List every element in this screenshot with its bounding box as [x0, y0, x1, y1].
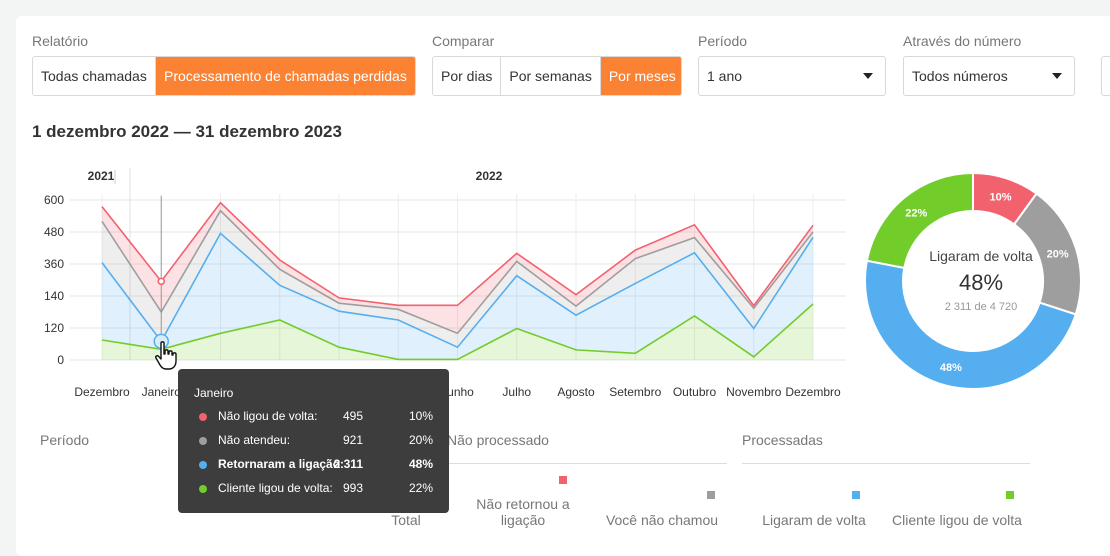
tooltip-series-name: Retornaram a ligação:: [218, 457, 345, 471]
tooltip-series-count: 2 311: [333, 457, 363, 471]
legend-square-blue: [852, 491, 860, 499]
number-label: Através do número: [903, 33, 1022, 49]
report-missed-processing-button[interactable]: Processamento de chamadas perdidas: [155, 57, 415, 95]
year-labels: 2021 2022: [88, 169, 503, 183]
x-tick-label: Outubro: [673, 385, 717, 399]
tooltip-series-name: Não atendeu:: [218, 433, 291, 447]
report-label: Relatório: [32, 33, 89, 49]
client-called-back-column-label: Cliente ligou de volta: [892, 512, 1022, 528]
legend-square-gray: [707, 491, 715, 499]
tooltip-series-dot: [199, 413, 207, 421]
bottom-period-label: Período: [40, 432, 90, 448]
donut-slice-label: 22%: [905, 207, 927, 219]
processed-label: Processadas: [742, 432, 823, 448]
tooltip-series-dot: [199, 437, 207, 445]
report-segmented-control: Todas chamadas Processamento de chamadas…: [32, 56, 416, 96]
x-tick-label: Dezembro: [785, 385, 841, 399]
tooltip-series-name: Não ligou de volta:: [218, 409, 318, 423]
tooltip-row: Cliente ligou de volta: 993 22%: [178, 481, 449, 497]
report-all-calls-button[interactable]: Todas chamadas: [33, 57, 156, 95]
not-called-column-label: Você não chamou: [605, 512, 719, 528]
hover-point: [157, 277, 165, 286]
called-back-column-label: Ligaram de volta: [762, 512, 866, 528]
date-range-title: 1 dezembro 2022 — 31 dezembro 2023: [32, 122, 342, 141]
tooltip-series-percent: 48%: [408, 457, 433, 471]
tooltip-series-dot: [199, 485, 207, 493]
donut-center-value: 48%: [958, 270, 1004, 295]
legend-square-red: [559, 476, 567, 484]
compare-label: Comparar: [432, 33, 495, 49]
tooltip-series-percent: 20%: [408, 433, 433, 447]
tooltip-series-count: 495: [342, 409, 363, 423]
compare-by-weeks-button[interactable]: Por semanas: [501, 57, 601, 95]
tooltip-series-percent: 10%: [408, 409, 433, 423]
compare-by-days-button[interactable]: Por dias: [433, 57, 502, 95]
compare-by-months-button[interactable]: Por meses: [600, 57, 681, 95]
x-tick-label: Setembro: [609, 385, 661, 399]
period-select[interactable]: 1 ano: [698, 56, 886, 96]
donut-slice-label: 20%: [1047, 248, 1069, 260]
number-select[interactable]: Todos números: [903, 56, 1075, 96]
y-tick-label: 480: [44, 225, 64, 239]
donut-slice-label: 10%: [989, 191, 1011, 203]
chevron-down-icon: [863, 73, 873, 79]
donut-center-sub: 2 311 de 4 720: [944, 301, 1018, 313]
tooltip-title: Janeiro: [194, 386, 234, 400]
x-tick-label: Dezembro: [74, 385, 130, 399]
tooltip-series-count: 921: [342, 433, 363, 447]
tooltip-series-count: 993: [342, 481, 363, 495]
chart-tooltip: Janeiro Não ligou de volta: 495 10% Não ate…: [178, 369, 449, 513]
number-select-value: Todos números: [912, 68, 1008, 84]
y-tick-label: 360: [44, 257, 64, 271]
year-label: 2021: [88, 169, 115, 183]
processed-divider: [742, 463, 1030, 464]
tooltip-series-percent: 22%: [408, 481, 433, 495]
x-tick-label: Agosto: [557, 385, 595, 399]
tooltip-series-name: Cliente ligou de volta:: [218, 481, 333, 495]
tooltip-row: Não ligou de volta: 495 10%: [178, 409, 449, 425]
x-tick-label: Janeiro: [142, 385, 182, 399]
year-label: 2022: [476, 169, 503, 183]
period-label: Período: [698, 33, 748, 49]
tooltip-row: Retornaram a ligação: 2 311 48%: [178, 457, 449, 473]
y-axis-ticks: 0 120 140 360 480 600: [44, 193, 64, 367]
tooltip-row: Não atendeu: 921 20%: [178, 433, 449, 449]
extra-filter-select[interactable]: [1101, 56, 1110, 96]
unprocessed-divider: [447, 463, 727, 464]
x-tick-label: Novembro: [726, 385, 782, 399]
hand-cursor-icon: [155, 341, 177, 370]
not-returned-column-label: Não retornou a ligação: [476, 496, 570, 528]
y-tick-label: 0: [57, 353, 64, 367]
y-tick-label: 120: [44, 321, 64, 335]
compare-segmented-control: Por dias Por semanas Por meses: [432, 56, 682, 96]
donut-center-label: Ligaram de volta: [929, 248, 1033, 264]
chevron-down-icon: [1052, 73, 1062, 79]
legend-square-green: [1006, 491, 1014, 499]
x-tick-label: Julho: [502, 385, 531, 399]
y-tick-label: 600: [44, 193, 64, 207]
period-select-value: 1 ano: [707, 68, 743, 84]
y-tick-label: 140: [44, 289, 64, 303]
donut-slice-label: 48%: [940, 362, 962, 374]
total-column-label: Total: [391, 512, 421, 528]
unprocessed-label: Não processado: [447, 432, 549, 448]
tooltip-series-dot: [199, 461, 207, 469]
